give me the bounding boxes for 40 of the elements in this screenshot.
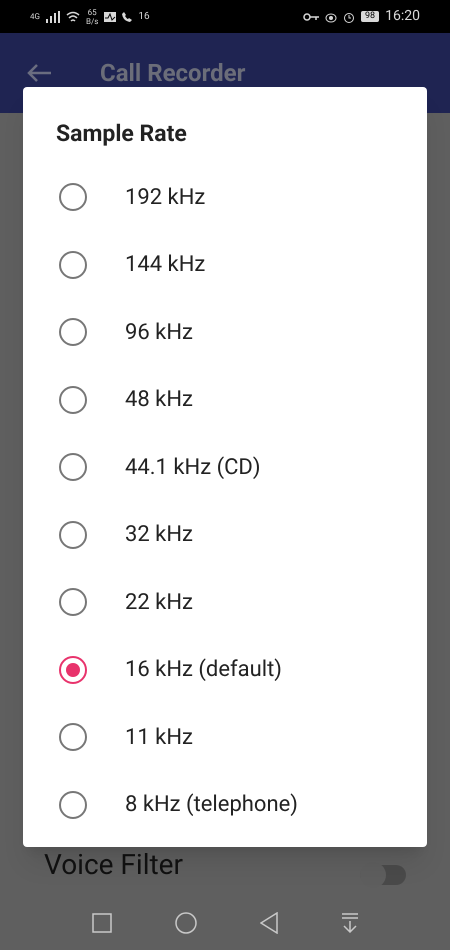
radio-option[interactable]: 32 kHz	[23, 501, 427, 568]
radio-option[interactable]: 192 kHz	[23, 164, 427, 231]
alarm-icon	[343, 10, 355, 22]
eye-icon	[325, 10, 337, 22]
notification-pull-icon[interactable]	[340, 912, 358, 932]
radio-button[interactable]	[59, 183, 87, 212]
radio-button[interactable]	[59, 588, 87, 616]
back-nav-icon[interactable]	[260, 912, 278, 934]
battery-icon: 98	[361, 11, 380, 22]
radio-option[interactable]: 8 kHz (telephone)	[23, 771, 427, 838]
radio-button[interactable]	[59, 723, 87, 752]
radio-button[interactable]	[59, 453, 87, 482]
network-label: 4G	[30, 10, 40, 22]
radio-option[interactable]: 144 kHz	[23, 231, 427, 298]
phone-icon	[122, 12, 132, 22]
radio-option[interactable]: 48 kHz	[23, 366, 427, 434]
square-nav-icon[interactable]	[92, 912, 112, 932]
key-icon	[303, 12, 319, 20]
setting-label: Voice Filter	[44, 847, 184, 883]
back-icon[interactable]	[26, 63, 52, 83]
home-icon[interactable]	[174, 912, 196, 934]
radio-button[interactable]	[59, 250, 87, 279]
radio-option[interactable]: 44.1 kHz (CD)	[23, 434, 427, 501]
radio-option[interactable]: 16 kHz (default)	[23, 636, 427, 704]
radio-option[interactable]: 22 kHz	[23, 568, 427, 636]
radio-button[interactable]	[59, 656, 87, 684]
radio-option[interactable]: 96 kHz	[23, 298, 427, 366]
clock: 16:20	[385, 7, 420, 26]
app-title: Call Recorder	[100, 58, 246, 89]
wifi-icon	[66, 10, 80, 22]
radio-option[interactable]: 11 kHz	[23, 704, 427, 771]
radio-button[interactable]	[59, 790, 87, 819]
radio-button[interactable]	[59, 520, 87, 549]
chart-icon	[104, 12, 116, 22]
radio-button[interactable]	[59, 386, 87, 414]
dialog-title: Sample Rate	[55, 119, 188, 149]
notification-count: 16	[138, 10, 150, 24]
speed-label: 65 B/s	[86, 8, 98, 26]
signal-icon	[46, 10, 60, 22]
radio-button[interactable]	[59, 318, 87, 346]
